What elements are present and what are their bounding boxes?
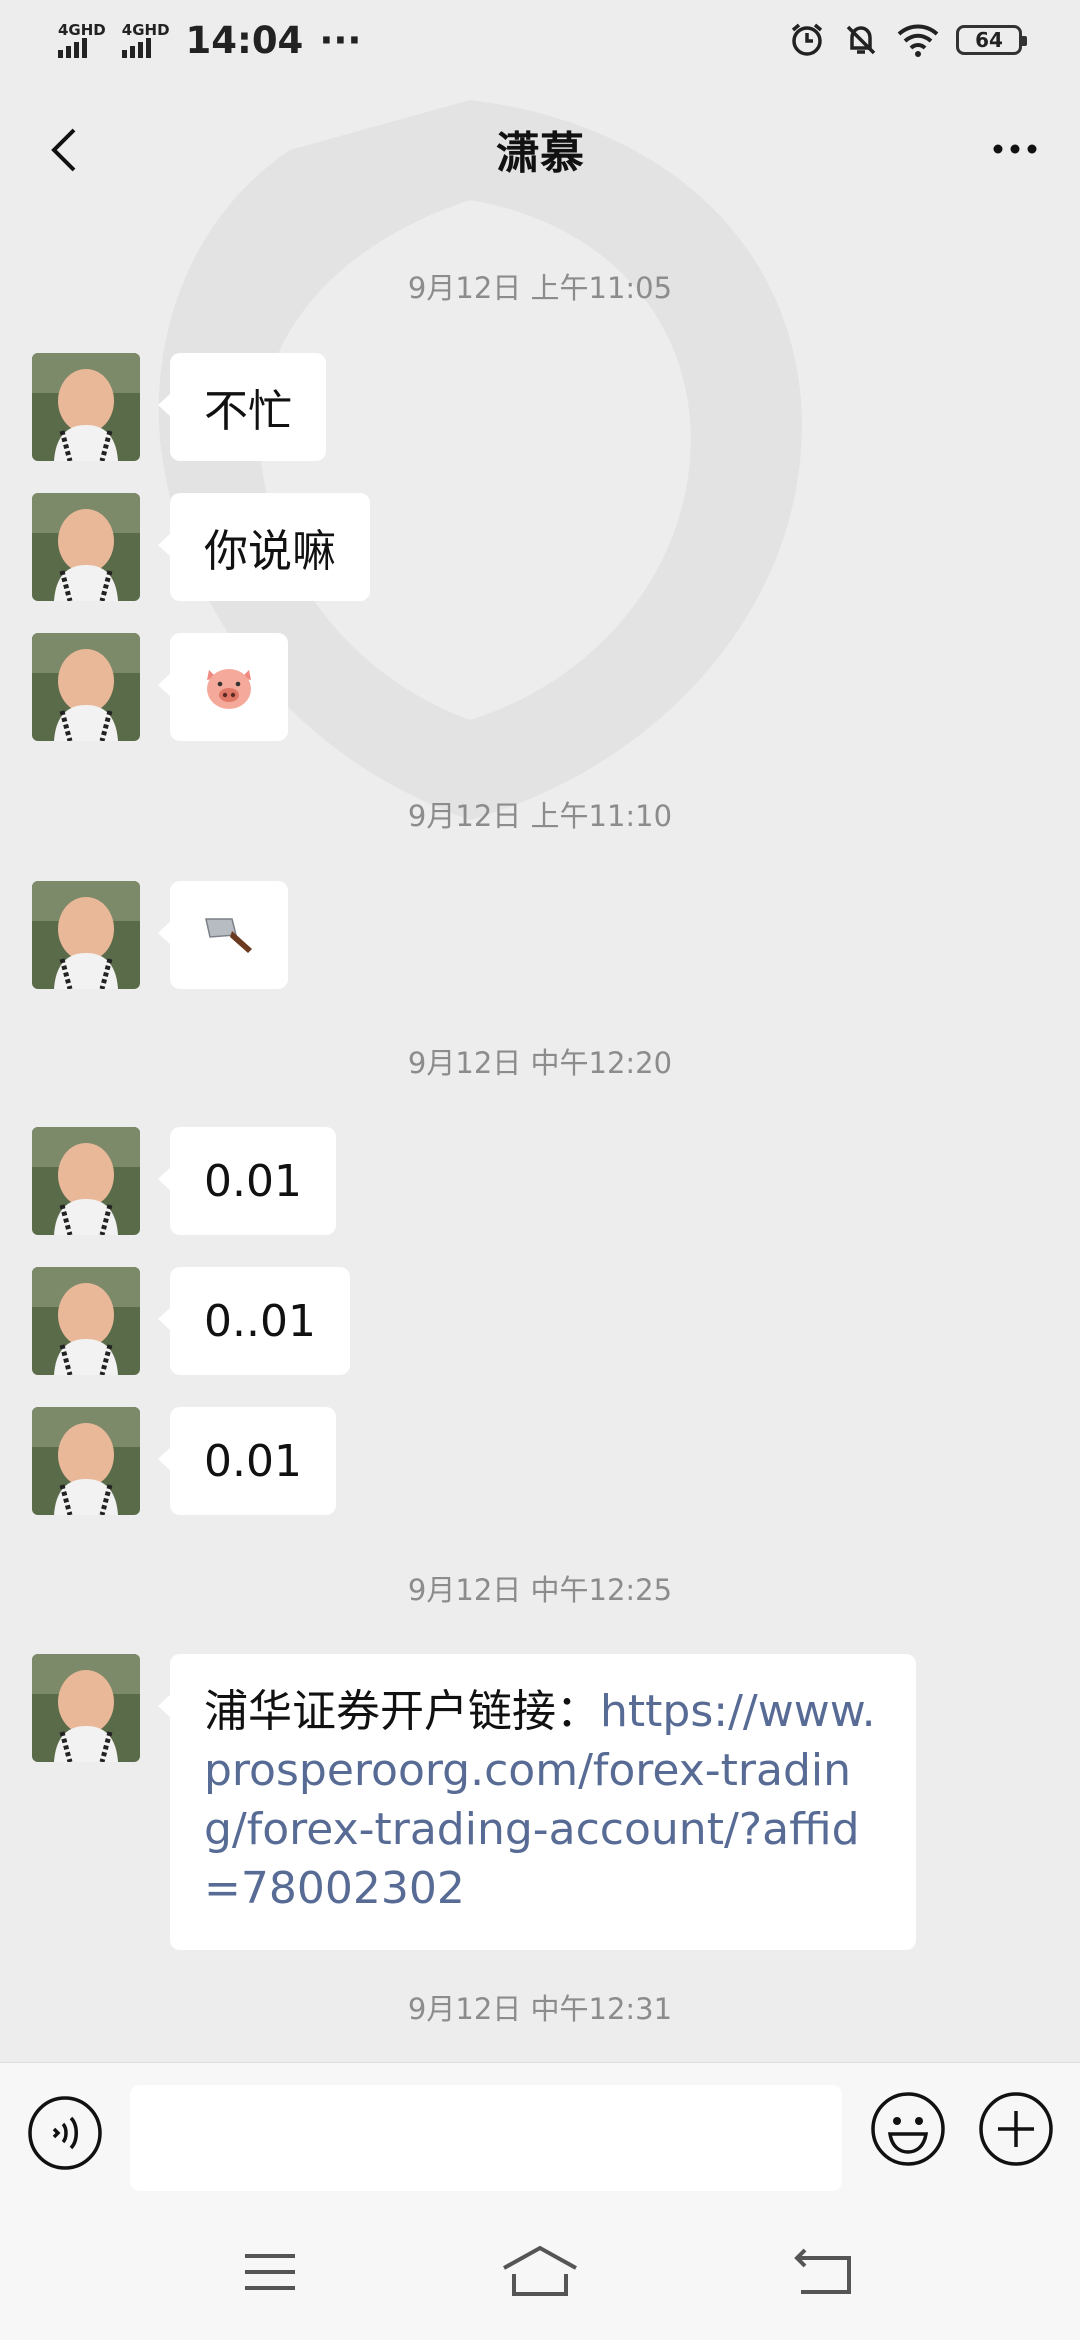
message-text: 0..01 xyxy=(204,1295,316,1347)
signal-bars-icon xyxy=(58,37,87,58)
back-icon[interactable] xyxy=(775,2240,875,2304)
system-navigation-bar xyxy=(0,2202,1080,2340)
contact-avatar[interactable] xyxy=(32,633,140,741)
contact-avatar[interactable] xyxy=(32,1127,140,1235)
battery-icon: 64 xyxy=(956,25,1027,55)
timestamp: 9月12日 上午11:05 xyxy=(407,271,673,305)
message-input-bar xyxy=(0,2062,1080,2203)
status-bar: 4GHD 4GHD 14:04 ··· 64 xyxy=(0,0,1080,80)
contact-avatar[interactable] xyxy=(32,493,140,601)
voice-input-icon[interactable] xyxy=(26,2094,104,2172)
more-options-icon[interactable] xyxy=(980,114,1050,184)
message-row xyxy=(32,881,288,989)
message-bubble[interactable]: 浦华证券开户链接：https://www.prosperoorg.com/for… xyxy=(158,1654,916,1950)
contact-avatar[interactable] xyxy=(32,1407,140,1515)
timestamp: 9月12日 中午12:25 xyxy=(407,1573,673,1607)
back-arrow-icon[interactable] xyxy=(30,114,100,184)
wifi-icon xyxy=(897,24,939,57)
message-row xyxy=(32,633,288,741)
menu-icon[interactable] xyxy=(220,2240,320,2304)
message-text: 浦华证券开户链接： xyxy=(204,1686,600,1737)
message-text: 不忙 xyxy=(204,386,292,437)
kitchen-knife-emoji-icon xyxy=(205,918,252,953)
chat-title: 潇慕 xyxy=(496,128,584,179)
message-text: 你说嘛 xyxy=(204,526,336,577)
timestamp: 9月12日 上午11:10 xyxy=(407,799,673,833)
status-more: ··· xyxy=(319,18,362,62)
emoji-icon[interactable] xyxy=(868,2089,948,2169)
timestamp: 9月12日 中午12:31 xyxy=(407,1992,673,2026)
message-row: 你说嘛 xyxy=(32,493,370,601)
message-bubble[interactable] xyxy=(158,881,288,989)
plus-icon[interactable] xyxy=(976,2089,1056,2169)
message-row: 不忙 xyxy=(32,353,326,461)
signal-indicator-2: 4GHD xyxy=(121,22,170,58)
message-bubble[interactable]: 你说嘛 xyxy=(158,493,370,601)
message-bubble[interactable]: 0.01 xyxy=(158,1127,336,1235)
pig-face-emoji-icon xyxy=(207,669,251,709)
contact-avatar[interactable] xyxy=(32,1267,140,1375)
message-bubble[interactable] xyxy=(158,633,288,741)
signal-indicator-1: 4GHD xyxy=(58,22,106,58)
contact-avatar[interactable] xyxy=(32,881,140,989)
chat-header: 潇慕 xyxy=(0,80,1080,218)
message-bubble[interactable]: 0.01 xyxy=(158,1407,336,1515)
message-bubble[interactable]: 不忙 xyxy=(158,353,326,461)
message-row: 0.01 xyxy=(32,1127,336,1235)
signal-bars-icon xyxy=(121,37,151,58)
message-text: 0.01 xyxy=(204,1435,302,1487)
message-row: 0.01 xyxy=(32,1407,336,1515)
contact-avatar[interactable] xyxy=(32,1654,140,1762)
contact-avatar[interactable] xyxy=(32,353,140,461)
chat-message-list[interactable]: 9月12日 上午11:05 不忙 你说嘛 9月12日 上午11:10 9月12日… xyxy=(0,218,1080,2062)
home-icon[interactable] xyxy=(490,2240,590,2304)
message-row: 0..01 xyxy=(32,1267,350,1375)
timestamp: 9月12日 中午12:20 xyxy=(407,1046,673,1080)
mute-bell-icon xyxy=(846,25,876,55)
alarm-icon xyxy=(791,23,823,56)
message-row: 浦华证券开户链接：https://www.prosperoorg.com/for… xyxy=(32,1654,916,1950)
status-time: 14:04 xyxy=(185,18,304,62)
message-bubble[interactable]: 0..01 xyxy=(158,1267,350,1375)
message-input[interactable] xyxy=(130,2085,842,2191)
message-text: 0.01 xyxy=(204,1155,302,1207)
